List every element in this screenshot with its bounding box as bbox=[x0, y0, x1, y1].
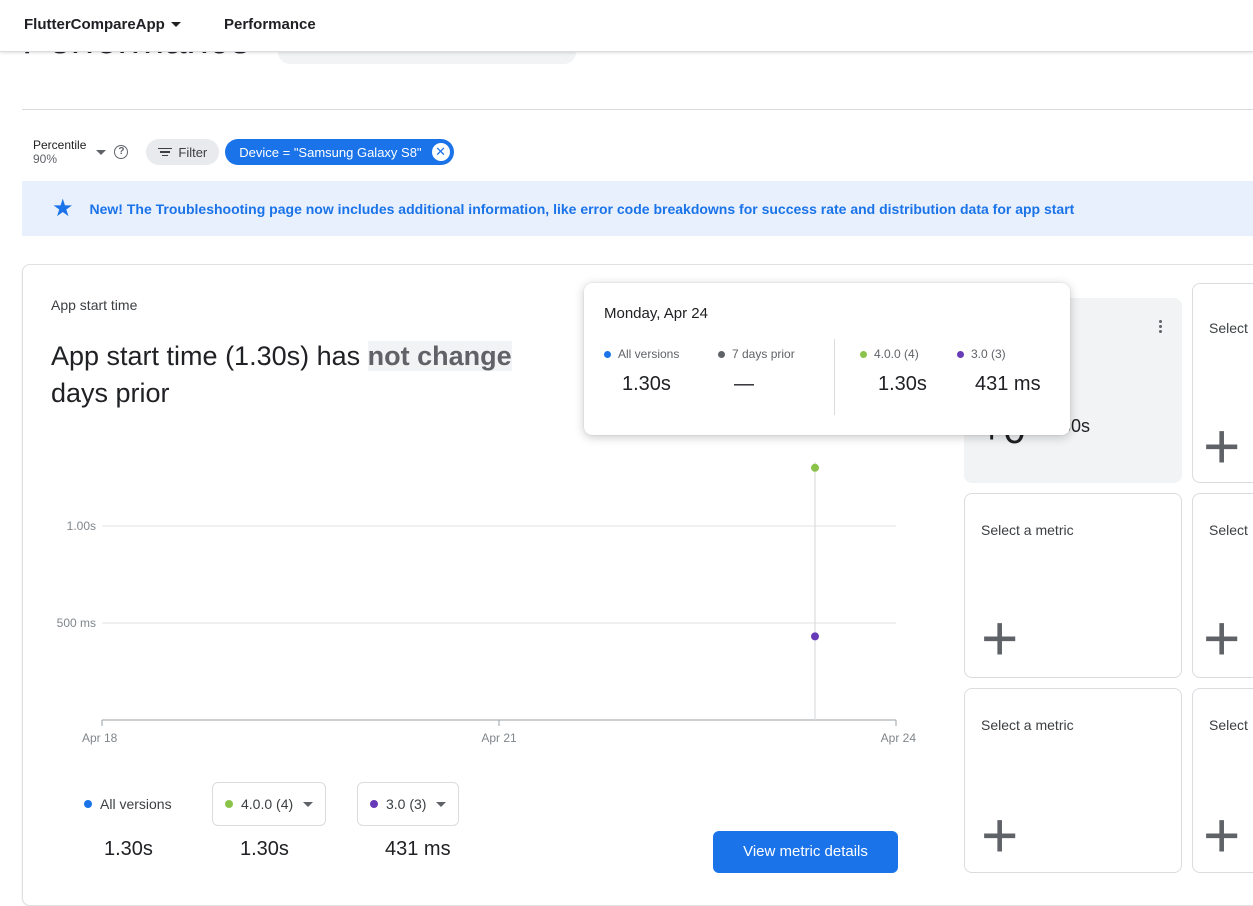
more-vert-icon[interactable] bbox=[1159, 320, 1162, 333]
legend-label: 4.0.0 (4) bbox=[241, 796, 294, 812]
x-tick-label: Apr 18 bbox=[82, 731, 118, 745]
legend-all-versions: All versions bbox=[84, 782, 172, 826]
metric-tile-empty[interactable]: Select + bbox=[1192, 493, 1253, 678]
tooltip-value: — bbox=[734, 373, 754, 395]
tooltip-label: All versions bbox=[618, 347, 680, 361]
tooltip-date: Monday, Apr 24 bbox=[604, 305, 708, 322]
app-name: FlutterCompareApp bbox=[24, 16, 165, 33]
breadcrumb-page[interactable]: Performance bbox=[224, 16, 316, 33]
filter-label: Filter bbox=[178, 144, 208, 160]
metric-tile-empty[interactable]: Select + bbox=[1192, 283, 1253, 483]
series-dot bbox=[604, 350, 611, 358]
legend-version-3[interactable]: 3.0 (3) bbox=[357, 782, 460, 826]
chip-label: Device = "Samsung Galaxy S8" bbox=[239, 144, 422, 160]
close-icon[interactable]: ✕ bbox=[431, 143, 450, 161]
metric-tile-empty[interactable]: Select a metric + bbox=[964, 493, 1182, 678]
legend-value: 431 ms bbox=[385, 838, 451, 860]
tile-label: Select bbox=[1209, 522, 1248, 538]
tile-label: Select bbox=[1209, 717, 1248, 733]
headline-highlight: not change bbox=[367, 341, 512, 371]
y-tick-label: 500 ms bbox=[57, 616, 96, 630]
star-icon: ★ bbox=[52, 195, 74, 222]
plus-icon: + bbox=[981, 602, 1019, 674]
tooltip-value: 431 ms bbox=[975, 373, 1041, 395]
device-filter-chip[interactable]: Device = "Samsung Galaxy S8" ✕ bbox=[225, 139, 454, 165]
legend-label: All versions bbox=[100, 796, 172, 812]
filter-bar: Percentile 90% ? Filter Device = "Samsun… bbox=[33, 136, 454, 168]
chevron-down-icon[interactable] bbox=[96, 149, 107, 155]
x-tick-label: Apr 24 bbox=[881, 731, 917, 745]
legend-dot bbox=[370, 800, 378, 808]
data-point bbox=[811, 632, 819, 641]
view-metric-details-button[interactable]: View metric details bbox=[713, 831, 898, 873]
metric-tile-empty[interactable]: Select + bbox=[1192, 688, 1253, 873]
legend-dot bbox=[225, 800, 233, 808]
chart-tooltip: Monday, Apr 24 All versions 1.30s 7 days… bbox=[584, 283, 1070, 435]
chevron-down-icon bbox=[303, 801, 314, 807]
tooltip-divider bbox=[834, 339, 835, 415]
metric-tile-empty[interactable]: Select a metric + bbox=[964, 688, 1182, 873]
plus-icon: + bbox=[981, 799, 1019, 871]
plus-icon: + bbox=[1203, 602, 1241, 674]
tooltip-col-all-versions: All versions 1.30s bbox=[604, 347, 680, 395]
app-selector[interactable]: FlutterCompareApp bbox=[24, 16, 181, 33]
tile-label: Select a metric bbox=[981, 717, 1074, 733]
tile-label: Select bbox=[1209, 320, 1248, 336]
top-bar: FlutterCompareApp Performance bbox=[0, 0, 1253, 52]
tile-label: Select a metric bbox=[981, 522, 1074, 538]
tooltip-col-4-0-0: 4.0.0 (4) 1.30s bbox=[860, 347, 927, 395]
tooltip-col-7-days-prior: 7 days prior — bbox=[718, 347, 795, 395]
help-icon[interactable]: ? bbox=[114, 145, 129, 159]
legend-value: 1.30s bbox=[240, 838, 289, 860]
legend-dot bbox=[84, 800, 92, 808]
banner-text: New! The Troubleshooting page now includ… bbox=[89, 200, 1075, 217]
legend-version-4[interactable]: 4.0.0 (4) bbox=[212, 782, 327, 826]
legend-label: 3.0 (3) bbox=[386, 796, 427, 812]
plus-icon: + bbox=[1203, 799, 1241, 871]
series-dot bbox=[957, 350, 964, 358]
data-point bbox=[811, 463, 819, 472]
tooltip-value: 1.30s bbox=[622, 373, 671, 395]
chevron-down-icon bbox=[436, 801, 447, 807]
filter-button[interactable]: Filter bbox=[146, 139, 220, 165]
x-tick-label: Apr 21 bbox=[481, 731, 517, 745]
plus-icon: + bbox=[1203, 410, 1241, 482]
percentile-selector[interactable]: Percentile 90% bbox=[33, 138, 86, 166]
legend-value: 1.30s bbox=[104, 838, 153, 860]
divider bbox=[22, 109, 1253, 110]
headline-suffix: days prior bbox=[51, 378, 170, 408]
tooltip-value: 1.30s bbox=[878, 373, 927, 395]
percentile-label: Percentile bbox=[33, 138, 87, 152]
headline-prefix: App start time (1.30s) has bbox=[51, 341, 368, 371]
tooltip-label: 7 days prior bbox=[732, 347, 795, 361]
card-label: App start time bbox=[51, 297, 138, 313]
y-tick-label: 1.00s bbox=[67, 519, 96, 533]
filter-icon bbox=[158, 147, 173, 157]
app-start-chart[interactable]: 1.00s 500 ms Apr 18 Apr 21 Apr 24 bbox=[40, 450, 930, 750]
chevron-down-icon bbox=[170, 22, 181, 27]
tooltip-label: 4.0.0 (4) bbox=[874, 347, 919, 361]
series-dot bbox=[860, 350, 867, 358]
tooltip-col-3-0: 3.0 (3) 431 ms bbox=[957, 347, 1041, 395]
tooltip-label: 3.0 (3) bbox=[971, 347, 1006, 361]
series-dot bbox=[718, 350, 725, 358]
info-banner: ★ New! The Troubleshooting page now incl… bbox=[22, 181, 1253, 236]
card-headline: App start time (1.30s) has not change day… bbox=[51, 338, 611, 412]
percentile-value: 90% bbox=[33, 152, 58, 166]
